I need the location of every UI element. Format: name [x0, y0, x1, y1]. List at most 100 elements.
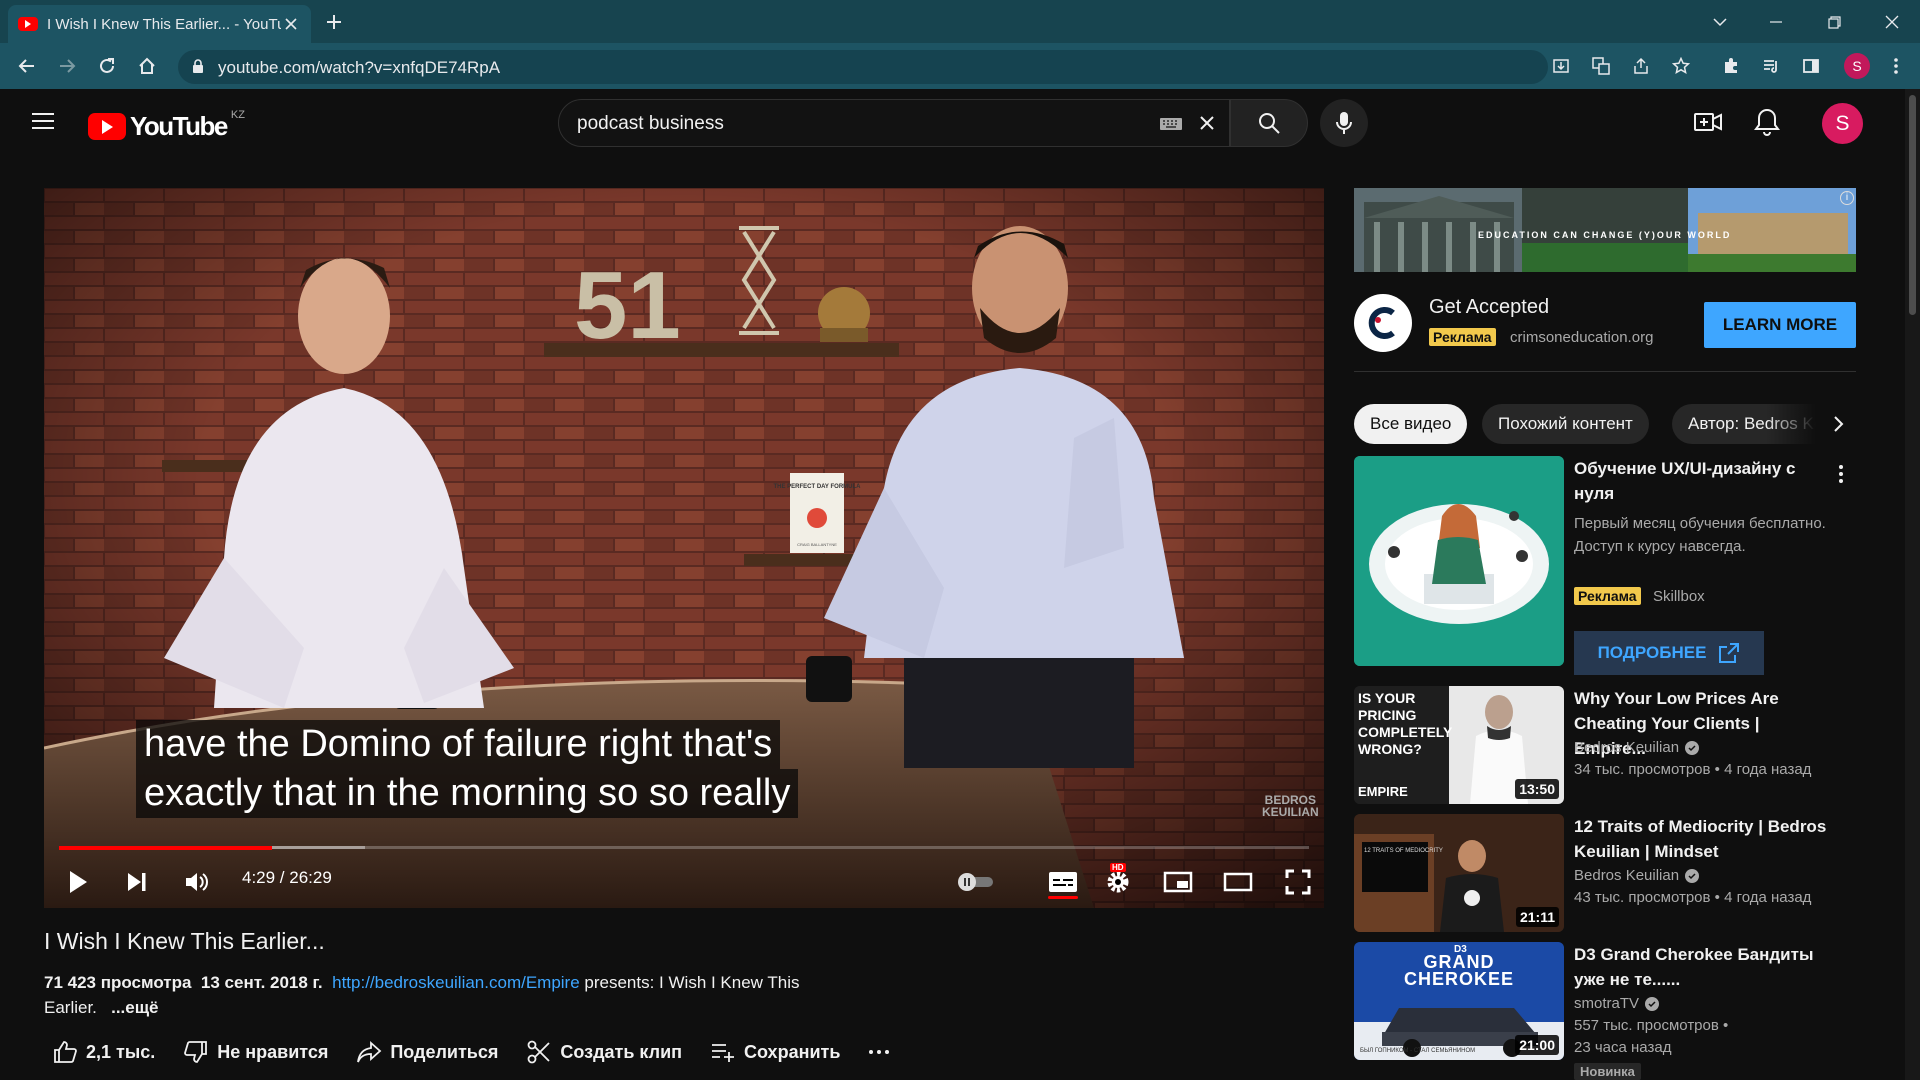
channel-name[interactable]: Bedros Keuilian — [1574, 867, 1700, 884]
search-icon — [1259, 113, 1280, 134]
recommended-video[interactable]: IS YOUR PRICING COMPLETELY WRONG? EMPIRE… — [1354, 686, 1856, 804]
subtitles-icon[interactable] — [1045, 864, 1081, 900]
channel-watermark[interactable]: BEDROS KEUILIAN — [1262, 794, 1319, 818]
create-clip-button[interactable]: Создать клип — [526, 1039, 682, 1065]
advertiser-logo[interactable] — [1354, 294, 1412, 352]
minimize-icon[interactable] — [1762, 8, 1790, 36]
voice-search-button[interactable] — [1320, 99, 1368, 147]
chip-related[interactable]: Похожий контент — [1482, 404, 1649, 444]
chip-all-videos[interactable]: Все видео — [1354, 404, 1468, 444]
notifications-bell-icon[interactable] — [1753, 107, 1785, 139]
description-link[interactable]: http://bedroskeuilian.com/Empire — [332, 973, 580, 992]
progress-bar[interactable] — [59, 846, 1309, 850]
autoplay-toggle[interactable] — [952, 864, 1000, 900]
video-thumbnail[interactable]: IS YOUR PRICING COMPLETELY WRONG? EMPIRE… — [1354, 686, 1564, 804]
create-video-icon[interactable] — [1693, 107, 1725, 139]
media-queue-icon[interactable] — [1757, 52, 1785, 80]
share-button[interactable]: Поделиться — [356, 1039, 498, 1065]
translate-icon[interactable] — [1587, 52, 1615, 80]
lock-icon[interactable] — [192, 59, 204, 74]
verified-check-icon — [1685, 740, 1700, 755]
tab-search-chevron-icon[interactable] — [1706, 8, 1734, 36]
caption-line: exactly that in the morning so so really — [136, 769, 799, 818]
play-icon[interactable] — [60, 864, 96, 900]
forward-arrow-icon[interactable] — [53, 52, 81, 80]
clear-search-icon[interactable] — [1197, 113, 1217, 133]
save-button[interactable]: Сохранить — [710, 1039, 840, 1065]
restore-icon[interactable] — [1820, 8, 1848, 36]
channel-name-text: smotraTV — [1574, 995, 1640, 1012]
new-tab-plus-icon[interactable] — [322, 10, 346, 34]
ad-info-icon[interactable]: i — [1840, 191, 1854, 205]
add-to-playlist-icon — [712, 1044, 735, 1062]
hamburger-menu-icon[interactable] — [30, 110, 60, 140]
side-panel-icon[interactable] — [1797, 52, 1825, 80]
like-button[interactable]: 2,1 тыс. — [52, 1039, 155, 1065]
video-metadata: 43 тыс. просмотров • 4 года назад — [1574, 889, 1812, 906]
youtube-logo[interactable]: YouTube KZ — [88, 109, 245, 142]
more-vertical-icon[interactable] — [1838, 464, 1856, 488]
ad-title[interactable]: Get Accepted — [1429, 296, 1549, 319]
window-close-icon[interactable] — [1878, 8, 1906, 36]
tab-close-icon[interactable] — [281, 14, 301, 34]
channel-name[interactable]: Bedros Keuilian — [1574, 739, 1700, 756]
address-bar[interactable]: youtube.com/watch?v=xnfqDE74RpA — [178, 50, 1548, 84]
video-title[interactable]: 12 Traits of Mediocrity | Bedros Keuilia… — [1574, 814, 1834, 864]
learn-more-button[interactable]: LEARN MORE — [1704, 302, 1856, 348]
scrollbar-thumb[interactable] — [1909, 95, 1916, 315]
caption-line: have the Domino of failure right that's — [136, 720, 781, 769]
chrome-menu-kebab-icon[interactable] — [1882, 52, 1910, 80]
browser-profile-avatar[interactable]: S — [1844, 53, 1870, 79]
search-button[interactable] — [1230, 99, 1308, 147]
back-arrow-icon[interactable] — [13, 52, 41, 80]
url-text[interactable]: youtube.com/watch?v=xnfqDE74RpA — [218, 58, 500, 78]
video-metadata: 34 тыс. просмотров • 4 года назад — [1574, 761, 1812, 778]
ad-thumbnail[interactable] — [1354, 456, 1564, 666]
page-scrollbar[interactable] — [1905, 89, 1920, 1080]
dislike-button[interactable]: Не нравится — [183, 1039, 328, 1065]
share-page-icon[interactable] — [1627, 52, 1655, 80]
video-actions: 2,1 тыс. Не нравится Поделиться Создать … — [52, 1034, 926, 1070]
hd-badge: HD — [1110, 863, 1126, 872]
search-box[interactable] — [558, 99, 1230, 147]
recommended-video[interactable]: D3 GRAND CHEROKEE БЫЛ ГОПНИКОМ - СТАЛ СЕ… — [1354, 942, 1856, 1080]
browser-tab[interactable]: I Wish I Knew This Earlier... - YouTube — [8, 5, 311, 43]
search-input[interactable] — [577, 113, 1077, 135]
account-avatar[interactable]: S — [1822, 103, 1863, 144]
video-player[interactable]: 51 THE PERFECT DAY FORMULA CRAIG BALLANT… — [44, 188, 1324, 908]
more-actions-button[interactable] — [868, 1049, 898, 1055]
divider — [1354, 371, 1856, 372]
ad-video-title[interactable]: Обучение UX/UI-дизайну с нуля — [1574, 456, 1834, 506]
next-video-icon[interactable] — [119, 864, 155, 900]
install-app-icon[interactable] — [1547, 52, 1575, 80]
volume-icon[interactable] — [179, 864, 215, 900]
more-horizontal-icon — [869, 1050, 890, 1054]
promoted-video[interactable]: Обучение UX/UI-дизайну с нуля Первый мес… — [1354, 456, 1856, 675]
view-count: 71 423 просмотра — [44, 973, 192, 992]
fullscreen-icon[interactable] — [1280, 864, 1316, 900]
video-title: I Wish I Knew This Earlier... — [44, 928, 325, 954]
theater-mode-icon[interactable] — [1220, 864, 1256, 900]
external-link-icon — [1719, 643, 1740, 663]
video-metadata: 557 тыс. просмотров • 23 часа назад — [1574, 1017, 1729, 1056]
ad-banner-text: EDUCATION CAN CHANGE (Y)OUR WORLD — [1478, 230, 1732, 240]
extensions-puzzle-icon[interactable] — [1717, 52, 1745, 80]
reload-icon[interactable] — [93, 52, 121, 80]
video-thumbnail[interactable]: D3 GRAND CHEROKEE БЫЛ ГОПНИКОМ - СТАЛ СЕ… — [1354, 942, 1564, 1060]
chevron-right-icon[interactable] — [1824, 410, 1852, 438]
video-description[interactable]: 71 423 просмотра 13 сент. 2018 г. http:/… — [44, 970, 804, 1020]
caption-overlay: have the Domino of failure right that's … — [136, 720, 876, 818]
learn-more-button[interactable]: ПОДРОБНЕЕ — [1574, 631, 1764, 675]
keyboard-icon[interactable] — [1159, 116, 1183, 132]
bookmark-star-icon[interactable] — [1667, 52, 1695, 80]
video-thumbnail[interactable]: 12 TRAITS OF MEDIOCRITY 21:11 — [1354, 814, 1564, 932]
video-title[interactable]: D3 Grand Cherokee Бандиты уже не те.....… — [1574, 942, 1834, 992]
recommended-video[interactable]: 12 TRAITS OF MEDIOCRITY 21:11 12 Traits … — [1354, 814, 1856, 932]
ad-banner-image[interactable]: EDUCATION CAN CHANGE (Y)OUR WORLD i — [1354, 188, 1856, 272]
channel-name[interactable]: smotraTV — [1574, 995, 1660, 1012]
show-more-link[interactable]: ...ещё — [111, 998, 158, 1017]
create-clip-label: Создать клип — [560, 1041, 683, 1062]
miniplayer-icon[interactable] — [1160, 864, 1196, 900]
verified-check-icon — [1645, 996, 1660, 1011]
home-icon[interactable] — [133, 52, 161, 80]
